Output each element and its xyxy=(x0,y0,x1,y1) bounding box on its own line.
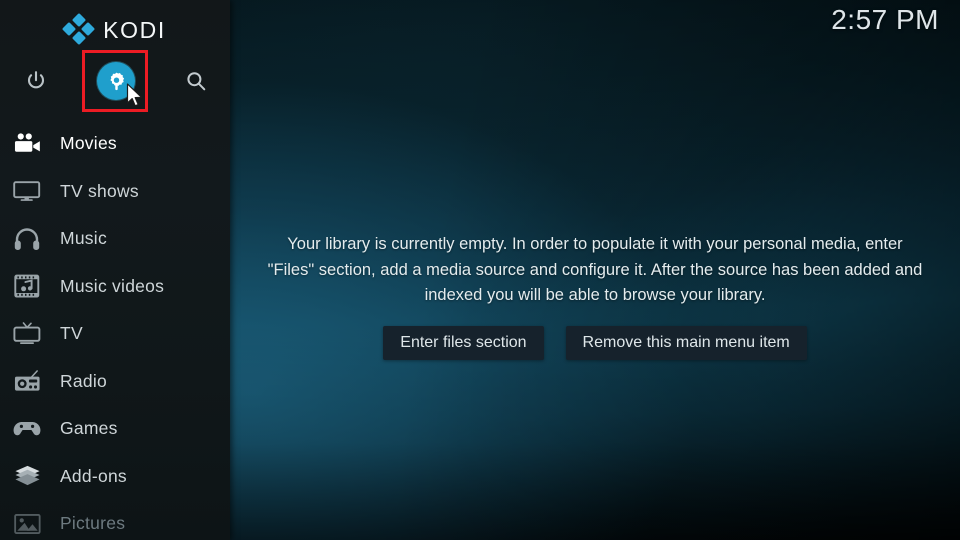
kodi-logo-icon xyxy=(62,12,96,46)
sidebar-item-label: TV shows xyxy=(60,180,139,201)
settings-icon[interactable] xyxy=(91,56,141,106)
remove-main-menu-item-button[interactable]: Remove this main menu item xyxy=(565,325,807,360)
tv-antenna-icon xyxy=(10,319,44,349)
enter-files-section-button[interactable]: Enter files section xyxy=(383,325,544,360)
movie-camera-icon xyxy=(10,129,44,159)
settings-icon-circle xyxy=(97,62,135,100)
sidebar-item-games[interactable]: Games xyxy=(0,405,230,453)
sidebar-item-label: Games xyxy=(60,418,118,439)
sidebar: KODI Movies TV shows Music Music videos … xyxy=(0,0,230,540)
sidebar-item-tv[interactable]: TV xyxy=(0,310,230,358)
kodi-home-screen: 2:57 PM Your library is currently empty.… xyxy=(0,0,960,540)
main-menu: Movies TV shows Music Music videos TV Ra… xyxy=(0,120,230,540)
sidebar-item-label: TV xyxy=(60,323,83,344)
clock: 2:57 PM xyxy=(831,4,939,35)
addon-box-icon xyxy=(10,461,44,491)
action-button-row: Enter files section Remove this main men… xyxy=(230,325,960,360)
sidebar-item-label: Music videos xyxy=(60,275,165,296)
sidebar-item-tv-shows[interactable]: TV shows xyxy=(0,168,230,216)
empty-library-panel: Your library is currently empty. In orde… xyxy=(230,232,960,360)
kodi-logo: KODI xyxy=(0,10,230,50)
sidebar-item-pictures[interactable]: Pictures xyxy=(0,500,230,540)
power-icon[interactable] xyxy=(11,56,61,106)
search-icon[interactable] xyxy=(171,56,221,106)
sidebar-item-movies[interactable]: Movies xyxy=(0,120,230,168)
picture-icon xyxy=(10,509,44,539)
sidebar-item-add-ons[interactable]: Add-ons xyxy=(0,453,230,501)
tv-monitor-icon xyxy=(10,176,44,206)
sidebar-item-label: Music xyxy=(60,228,107,249)
sidebar-item-music[interactable]: Music xyxy=(0,215,230,263)
sidebar-item-label: Pictures xyxy=(60,513,126,534)
sidebar-item-label: Movies xyxy=(60,133,117,154)
gamepad-icon xyxy=(10,414,44,444)
sidebar-item-label: Add-ons xyxy=(60,465,127,486)
headphones-icon xyxy=(10,224,44,254)
sidebar-item-music-videos[interactable]: Music videos xyxy=(0,263,230,311)
empty-library-message: Your library is currently empty. In orde… xyxy=(267,235,923,304)
kodi-wordmark: KODI xyxy=(103,16,166,43)
sidebar-item-radio[interactable]: Radio xyxy=(0,358,230,406)
radio-icon xyxy=(10,366,44,396)
film-note-icon xyxy=(10,271,44,301)
sidebar-item-label: Radio xyxy=(60,370,107,391)
header-icon-row xyxy=(0,56,230,106)
